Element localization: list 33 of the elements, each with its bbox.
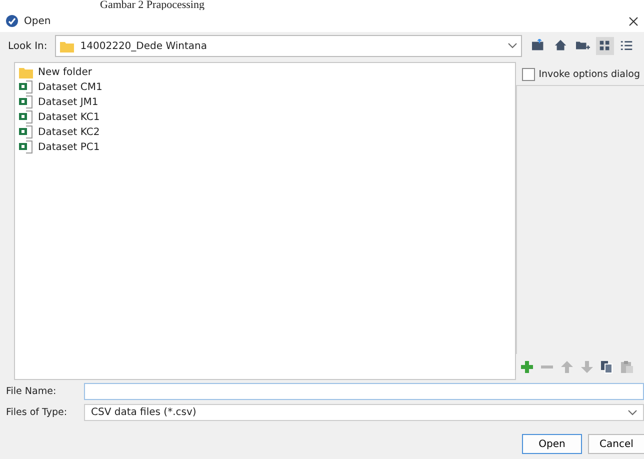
chevron-icon	[508, 43, 517, 49]
folder-up-icon[interactable]	[532, 39, 546, 53]
spreadsheet-file-icon	[19, 95, 33, 109]
file-name-field[interactable]	[84, 383, 644, 400]
app-icon	[6, 15, 18, 27]
window-title: Open	[24, 16, 52, 26]
invoke-options-checkbox[interactable]	[522, 68, 535, 81]
folder-icon	[60, 40, 74, 52]
list-view-icon[interactable]	[620, 39, 634, 53]
spreadsheet-file-icon	[19, 110, 33, 124]
copy-icon[interactable]	[600, 360, 614, 374]
spreadsheet-file-icon	[19, 140, 33, 154]
plus-icon[interactable]	[520, 360, 534, 374]
file-item[interactable]: Dataset KC2	[19, 125, 100, 139]
file-name-label: File Name:	[6, 386, 58, 397]
file-item[interactable]: Dataset CM1	[19, 80, 102, 94]
chevron-icon	[628, 410, 637, 416]
spreadsheet-file-icon	[19, 125, 33, 139]
file-type-label: Files of Type:	[6, 407, 68, 418]
invoke-options-label: Invoke options dialog	[538, 69, 640, 80]
close-icon[interactable]	[629, 16, 638, 26]
home-icon[interactable]	[554, 39, 568, 53]
folder-icon	[19, 66, 33, 78]
look-in-label: Look In:	[8, 40, 48, 52]
file-item[interactable]: Dataset JM1	[19, 95, 98, 109]
file-item[interactable]: Dataset KC1	[19, 110, 100, 124]
file-type-dropdown[interactable]: CSV data files (*.csv)	[84, 404, 644, 421]
spreadsheet-file-icon	[19, 80, 33, 94]
look-in-dropdown[interactable]: 14002220_Dede Wintana	[55, 35, 522, 57]
file-item[interactable]: Dataset PC1	[19, 140, 100, 154]
open-button[interactable]: Open	[522, 434, 582, 454]
file-item[interactable]: New folder	[19, 65, 92, 79]
cancel-button[interactable]: Cancel	[588, 434, 644, 454]
